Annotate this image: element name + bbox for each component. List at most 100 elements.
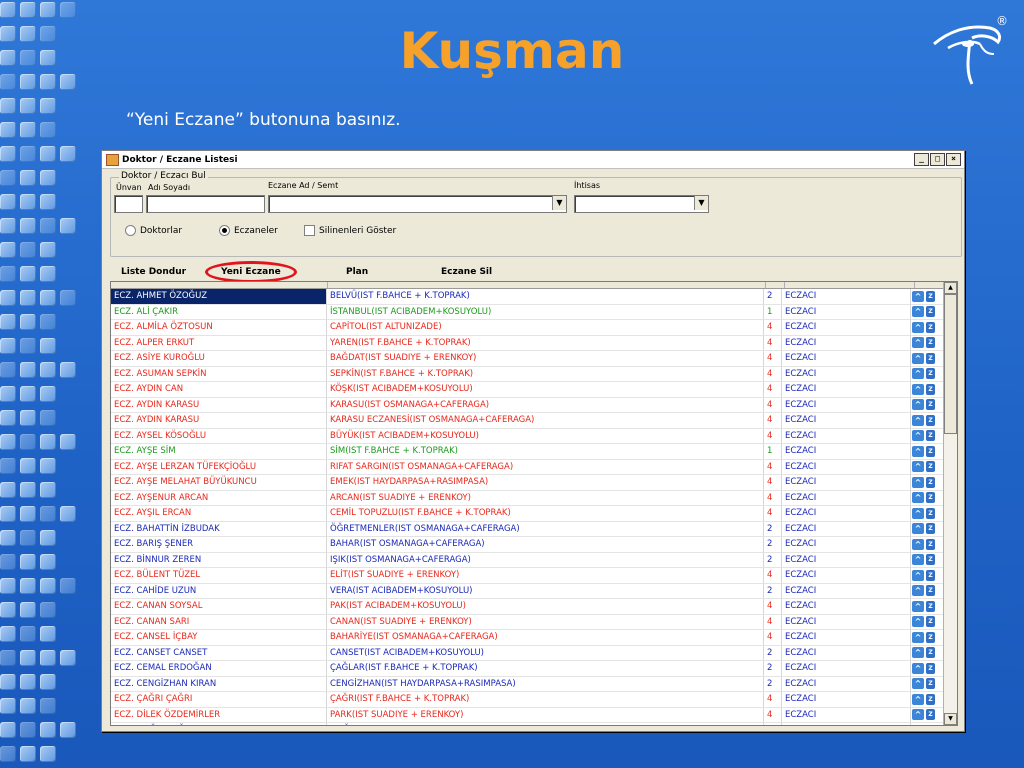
eczane-cell[interactable]: CAPİTOL(IST ALTUNIZADE) — [327, 320, 764, 335]
tip-cell[interactable]: ECZACI — [782, 289, 911, 304]
z-icon[interactable]: Z — [926, 352, 935, 364]
table-row[interactable]: ECZ. ALİ ÇAKIR İSTANBUL(IST ACIBADEM+KOSU… — [111, 304, 957, 320]
kod-cell[interactable]: 1 — [764, 444, 782, 459]
tip-cell[interactable]: ECZACI — [782, 676, 911, 691]
name-cell[interactable]: ECZ. AYŞENUR ARCAN — [111, 490, 327, 505]
kod-cell[interactable]: 4 — [764, 366, 782, 381]
z-icon[interactable]: Z — [926, 507, 935, 519]
kod-cell[interactable]: 2 — [764, 521, 782, 536]
tip-cell[interactable]: ECZACI — [782, 475, 911, 490]
tip-cell[interactable]: ECZACI — [782, 320, 911, 335]
tip-cell[interactable]: ECZACI — [782, 537, 911, 552]
tip-cell[interactable]: ECZACI — [782, 614, 911, 629]
table-row[interactable]: ECZ. AYŞE LERZAN TÜFEKÇİOĞLU RIFAT SARGIN… — [111, 459, 957, 475]
eczane-cell[interactable]: BAĞDAT(IST SUADIYE + ERENKOY) — [327, 351, 764, 366]
z-icon[interactable]: Z — [926, 538, 935, 550]
name-cell[interactable]: ECZ. AYŞE SİM — [111, 444, 327, 459]
eczane-cell[interactable]: SEPKİN(IST F.BAHCE + K.TOPRAK) — [327, 366, 764, 381]
table-row[interactable]: ECZ. AYŞENUR ARCAN ARCAN(IST SUADIYE + ER… — [111, 490, 957, 506]
tip-cell[interactable]: ECZACI — [782, 366, 911, 381]
kod-cell[interactable]: 4 — [764, 614, 782, 629]
expand-icon[interactable]: ^ — [912, 600, 924, 612]
name-cell[interactable]: ECZ. CENGİZHAN KIRAN — [111, 676, 327, 691]
table-row[interactable]: ECZ. AYDIN CAN KÖŞK(IST ACIBADEM+KOSUYOLU… — [111, 382, 957, 398]
tip-cell[interactable]: ECZACI — [782, 335, 911, 350]
tip-cell[interactable]: ECZACI — [782, 583, 911, 598]
expand-icon[interactable]: ^ — [912, 492, 924, 504]
scroll-thumb[interactable] — [944, 294, 957, 434]
z-icon[interactable]: Z — [926, 337, 935, 349]
z-icon[interactable]: Z — [926, 461, 935, 473]
scroll-up-icon[interactable]: ▲ — [944, 282, 957, 294]
z-icon[interactable]: Z — [926, 678, 935, 690]
name-cell[interactable]: ECZ. CEMAL ERDOĞAN — [111, 661, 327, 676]
name-cell[interactable]: ECZ. BÜLENT TÜZEL — [111, 568, 327, 583]
table-row[interactable]: ECZ. AYŞE SİM SİM(IST F.BAHCE + K.TOPRAK)… — [111, 444, 957, 460]
z-icon[interactable]: Z — [926, 724, 935, 725]
name-cell[interactable]: ECZ. ALPER ERKUT — [111, 335, 327, 350]
grid-header-col[interactable] — [328, 282, 766, 288]
eczaneler-radio[interactable]: Eczaneler — [219, 225, 278, 236]
kod-cell[interactable]: 2 — [764, 676, 782, 691]
expand-icon[interactable]: ^ — [912, 709, 924, 721]
tip-cell[interactable]: ECZACI — [782, 568, 911, 583]
kod-cell[interactable]: 4 — [764, 397, 782, 412]
eczane-cell[interactable]: CENGİZHAN(IST HAYDARPASA+RASIMPASA) — [327, 676, 764, 691]
eczane-cell[interactable]: CANAN(IST SUADIYE + ERENKOY) — [327, 614, 764, 629]
name-cell[interactable]: ECZ. AYŞIL ERCAN — [111, 506, 327, 521]
table-row[interactable]: ECZ. CANSEL İÇBAY BAHARİYE(IST OSMANAGA+C… — [111, 630, 957, 646]
table-row[interactable]: ECZ. ALPER ERKUT YAREN(IST F.BAHCE + K.TO… — [111, 335, 957, 351]
table-row[interactable]: ECZ. AYDIN KARASU KARASU ECZANESİ(IST OSM… — [111, 413, 957, 429]
kod-cell[interactable]: 4 — [764, 490, 782, 505]
z-icon[interactable]: Z — [926, 306, 935, 318]
plan-button[interactable]: Plan — [346, 267, 368, 277]
grid-header-col[interactable] — [111, 282, 328, 288]
kod-cell[interactable]: 4 — [764, 382, 782, 397]
name-cell[interactable]: ECZ. ALİ ÇAKIR — [111, 304, 327, 319]
tip-cell[interactable]: ECZACI — [782, 382, 911, 397]
tip-cell[interactable]: ECZACI — [782, 444, 911, 459]
eczane-cell[interactable]: CANSET(IST ACIBADEM+KOSUYOLU) — [327, 645, 764, 660]
expand-icon[interactable]: ^ — [912, 662, 924, 674]
eczane-cell[interactable]: CEMİL TOPUZLU(IST F.BAHCE + K.TOPRAK) — [327, 506, 764, 521]
tip-cell[interactable]: ECZACI — [782, 506, 911, 521]
z-icon[interactable]: Z — [926, 709, 935, 721]
z-icon[interactable]: Z — [926, 492, 935, 504]
z-icon[interactable]: Z — [926, 631, 935, 643]
maximize-button[interactable]: □ — [930, 153, 945, 166]
z-icon[interactable]: Z — [926, 662, 935, 674]
name-cell[interactable]: ECZ. BARIŞ ŞENER — [111, 537, 327, 552]
eczane-cell[interactable]: VERA(IST ACIBADEM+KOSUYOLU) — [327, 583, 764, 598]
table-row[interactable]: ECZ. ASUMAN SEPKİN SEPKİN(IST F.BAHCE + K… — [111, 366, 957, 382]
kod-cell[interactable]: 2 — [764, 661, 782, 676]
kod-cell[interactable]: 4 — [764, 630, 782, 645]
expand-icon[interactable]: ^ — [912, 290, 924, 302]
z-icon[interactable]: Z — [926, 445, 935, 457]
name-cell[interactable]: ECZ. CAHİDE UZUN — [111, 583, 327, 598]
expand-icon[interactable]: ^ — [912, 647, 924, 659]
z-icon[interactable]: Z — [926, 554, 935, 566]
expand-icon[interactable]: ^ — [912, 399, 924, 411]
table-row[interactable]: ECZ. BİNNUR ZEREN IŞIK(IST OSMANAGA+CAFER… — [111, 552, 957, 568]
eczane-cell[interactable]: YAREN(IST F.BAHCE + K.TOPRAK) — [327, 335, 764, 350]
eczane-cell[interactable]: RIFAT SARGIN(IST OSMANAGA+CAFERAGA) — [327, 459, 764, 474]
table-row[interactable]: ECZ. CEMAL ERDOĞAN ÇAĞLAR(IST F.BAHCE + K… — [111, 661, 957, 677]
expand-icon[interactable]: ^ — [912, 321, 924, 333]
tip-cell[interactable]: ECZACI — [782, 692, 911, 707]
ihtisas-select[interactable]: ▼ — [574, 195, 709, 213]
eczane-cell[interactable]: DOĞA(IST F.BAHCE + K.TOPRAK) — [327, 723, 764, 725]
table-row[interactable]: ECZ. ÇAĞRI ÇAĞRI ÇAĞRI(IST F.BAHCE + K.TO… — [111, 692, 957, 708]
eczane-cell[interactable]: ÇAĞLAR(IST F.BAHCE + K.TOPRAK) — [327, 661, 764, 676]
z-icon[interactable]: Z — [926, 569, 935, 581]
kod-cell[interactable]: 4 — [764, 475, 782, 490]
silinenler-checkbox[interactable]: Silinenleri Göster — [304, 225, 396, 236]
name-cell[interactable]: ECZ. ASUMAN SEPKİN — [111, 366, 327, 381]
tip-cell[interactable]: ECZACI — [782, 552, 911, 567]
grid-header-col[interactable] — [785, 282, 915, 288]
eczane-cell[interactable]: BELVÜ(IST F.BAHCE + K.TOPRAK) — [327, 289, 764, 304]
eczane-cell[interactable]: İSTANBUL(IST ACIBADEM+KOSUYOLU) — [327, 304, 764, 319]
eczane-cell[interactable]: ELİT(IST SUADIYE + ERENKOY) — [327, 568, 764, 583]
table-row[interactable]: ECZ. CANSET CANSET CANSET(IST ACIBADEM+KO… — [111, 645, 957, 661]
tip-cell[interactable]: ECZACI — [782, 304, 911, 319]
kod-cell[interactable]: 4 — [764, 351, 782, 366]
